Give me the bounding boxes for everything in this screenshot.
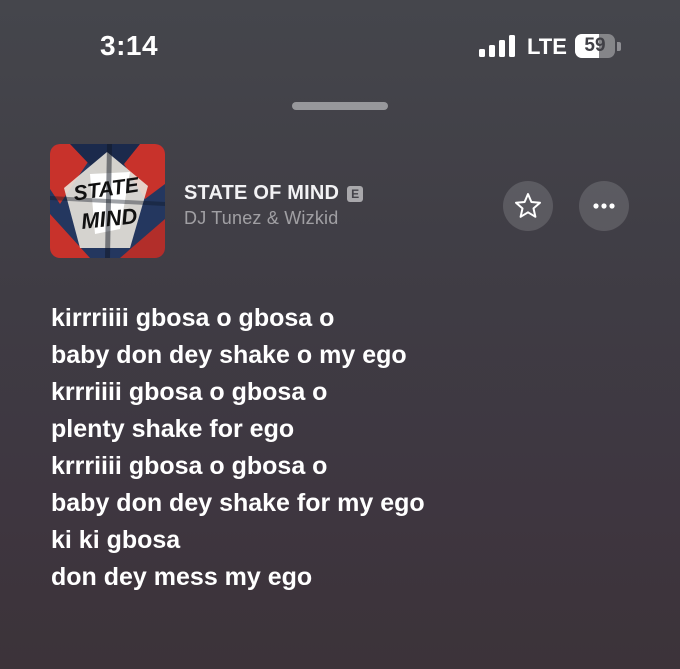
battery-icon: 59 <box>575 34 615 58</box>
star-outline-icon <box>515 193 541 218</box>
ellipsis-icon <box>593 203 615 209</box>
lyric-line[interactable]: baby don dey shake for my ego <box>51 485 425 522</box>
album-artwork[interactable]: STATE MIND <box>50 144 165 258</box>
lyric-line[interactable]: kirrriiii gbosa o gbosa o <box>51 300 425 337</box>
status-time: 3:14 <box>100 30 159 61</box>
song-title-row[interactable]: STATE OF MIND E <box>184 182 364 205</box>
lyrics-list[interactable]: kirrriiii gbosa o gbosa o baby don dey s… <box>51 300 425 596</box>
status-bar: 3:14 LTE 59 <box>0 0 680 90</box>
lyric-line[interactable]: plenty shake for ego <box>51 411 425 448</box>
lyric-line[interactable]: don dey mess my ego <box>51 559 425 596</box>
explicit-badge: E <box>347 185 364 202</box>
more-options-button[interactable] <box>579 181 629 231</box>
lyric-line[interactable]: krrriiii gbosa o gbosa o <box>51 448 425 485</box>
artwork-image: STATE MIND <box>50 144 165 258</box>
favorite-button[interactable] <box>503 181 553 231</box>
battery-terminal <box>617 42 621 51</box>
lyric-line[interactable]: krrriiii gbosa o gbosa o <box>51 374 425 411</box>
lyric-line[interactable]: baby don dey shake o my ego <box>51 337 425 374</box>
cellular-signal-icon <box>479 35 515 57</box>
battery-percentage: 59 <box>584 35 606 56</box>
network-type: LTE <box>527 34 567 59</box>
sheet-grabber-handle[interactable] <box>292 102 388 110</box>
song-title: STATE OF MIND <box>184 182 340 204</box>
song-artist[interactable]: DJ Tunez & Wizkid <box>184 208 338 229</box>
lyric-line[interactable]: ki ki gbosa <box>51 522 425 559</box>
